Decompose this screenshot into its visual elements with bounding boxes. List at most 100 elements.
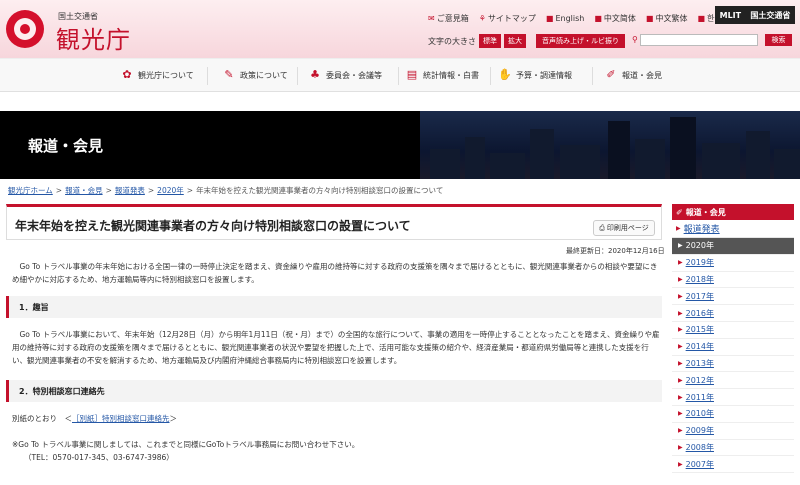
bullet-icon: ■	[645, 14, 654, 23]
envelope-icon: ✉	[428, 14, 435, 23]
voice-ruby-button[interactable]: 音声読み上げ・ルビ振り	[536, 34, 625, 48]
breadcrumb-separator: >	[186, 186, 194, 195]
breadcrumb-separator: >	[105, 186, 112, 195]
util-link-chinese-simplified[interactable]: ■ 中文简体	[594, 13, 636, 24]
sidebar-year-item[interactable]: ▶ 2013年	[672, 356, 794, 373]
triangle-right-icon: ▶	[676, 225, 681, 232]
print-page-button[interactable]: ⎙ 印刷用ページ	[593, 220, 655, 236]
breadcrumb: 観光庁ホーム > 報道・会見 > 報道発表 > 2020年 > 年末年始を控えた…	[8, 185, 443, 196]
page-title: 年末年始を控えた観光関連事業者の方々向け特別相談窓口の設置について	[15, 219, 411, 233]
global-nav: ✿ 観光庁について ✎ 政策について ♣ 委員会・会議等 ▤ 統計情報・白書 ✋…	[0, 58, 800, 92]
site-header: 国土交通省 観光庁 ✉ ご意見箱 ⚘ サイトマップ ■ English ■ 中文简体 ■…	[0, 0, 800, 58]
nav-policy[interactable]: ✎ 政策について	[222, 68, 287, 81]
section-heading-purpose: 1．趣旨	[6, 296, 662, 318]
sidebar-year-item[interactable]: ▶ 2020年	[672, 238, 794, 255]
sitemap-icon: ⚘	[478, 14, 486, 23]
search-input[interactable]	[640, 34, 758, 46]
breadcrumb-link-releases[interactable]: 報道発表	[115, 185, 145, 196]
breadcrumb-current: 年末年始を控えた観光関連事業者の方々向け特別相談窓口の設置について	[196, 186, 444, 195]
text-size-label: 文字の大きさ	[428, 36, 476, 46]
sidebar-item-press-releases[interactable]: ▶ 報道発表	[672, 220, 794, 238]
article-title-bar: 年末年始を控えた観光関連事業者の方々向け特別相談窓口の設置について ⎙ 印刷用ペ…	[6, 204, 662, 240]
sidebar-year-item[interactable]: ▶ 2010年	[672, 406, 794, 423]
triangle-right-icon: ▶	[678, 343, 683, 351]
attachment-line: 別紙のとおり ＜［別紙］特別相談窓口連絡先＞	[12, 414, 177, 423]
meeting-icon: ♣	[310, 68, 320, 81]
bullet-icon: ■	[594, 14, 602, 23]
utility-links: ✉ご意見箱 ⚘サイトマップ ■English ■中文简体 ■中文繁体 ■한국어	[428, 13, 729, 24]
gototravel-phone: （TEL：0570-017-345、03-6747-3986）	[24, 453, 174, 462]
sidebar-year-item[interactable]: ▶ 2012年	[672, 372, 794, 390]
handshake-icon: ✋	[498, 68, 512, 81]
triangle-right-icon: ▶	[678, 242, 683, 250]
triangle-right-icon: ▶	[678, 309, 683, 317]
nav-divider	[592, 67, 593, 85]
city-night-image	[420, 111, 800, 179]
util-link-chinese-traditional[interactable]: ■ 中文繁体	[646, 13, 688, 24]
bullet-icon: ■	[545, 14, 554, 23]
triangle-right-icon: ▶	[678, 460, 683, 468]
logo-title[interactable]: 観光庁	[56, 20, 131, 55]
chart-icon: ▤	[406, 68, 418, 81]
nav-about[interactable]: ✿ 観光庁について	[120, 69, 193, 81]
triangle-right-icon: ▶	[678, 292, 683, 300]
hero-title: 報道・会見	[28, 137, 104, 155]
sidebar-year-item[interactable]: ▶ 2007年	[672, 456, 794, 474]
attachment-link[interactable]: ［別紙］特別相談窓口連絡先	[72, 414, 170, 423]
util-link-feedback[interactable]: ✉ ご意見箱	[428, 13, 469, 24]
triangle-right-icon: ▶	[678, 326, 683, 334]
breadcrumb-link-press[interactable]: 報道・会見	[65, 185, 103, 196]
breadcrumb-separator: >	[147, 186, 155, 195]
article-intro: Go To トラベル事業の年末年始における全国一律の一時停止決定を踏まえ、資金繰…	[12, 262, 658, 284]
triangle-right-icon: ▶	[678, 443, 683, 451]
nav-statistics[interactable]: ▤ 統計情報・白書	[405, 69, 479, 81]
search-button[interactable]: 検索	[765, 34, 792, 46]
microphone-icon: ✐	[606, 68, 616, 81]
gototravel-note: ※Go To トラベル事業に関しましては、これまでと同様にGoToトラベル事務局…	[12, 440, 360, 449]
nav-divider	[398, 67, 399, 85]
search-icon: ⚲	[632, 35, 638, 44]
nav-press[interactable]: ✐ 報道・会見	[604, 69, 662, 81]
triangle-right-icon: ▶	[678, 427, 683, 435]
breadcrumb-link-home[interactable]: 観光庁ホーム	[8, 185, 53, 196]
section-body-purpose: Go To トラベル事業において、年末年始（12月28日（月）から明年1月11日…	[12, 330, 660, 365]
breadcrumb-link-year[interactable]: 2020年	[157, 185, 184, 196]
sidebar-year-item[interactable]: ▶ 2019年	[672, 255, 794, 272]
sidebar-year-item[interactable]: ▶ 2015年	[672, 322, 794, 339]
nav-divider	[297, 67, 298, 85]
triangle-right-icon: ▶	[678, 275, 683, 283]
section-heading-contacts: 2．特別相談窓口連絡先	[6, 380, 662, 402]
sidebar-heading[interactable]: ✐ 報道・会見	[672, 204, 794, 220]
nav-divider	[490, 67, 491, 85]
sidebar-year-item[interactable]: ▶ 2014年	[672, 339, 794, 356]
triangle-right-icon: ▶	[678, 393, 683, 401]
printer-icon: ⎙	[599, 223, 605, 232]
sidebar-year-item[interactable]: ▶ 2009年	[672, 423, 794, 440]
jta-logo-icon[interactable]	[6, 10, 44, 48]
nav-budget[interactable]: ✋ 予算・調達情報	[498, 69, 572, 81]
util-link-sitemap[interactable]: ⚘ サイトマップ	[479, 13, 536, 24]
microphone-icon: ✐	[676, 207, 683, 217]
text-size-control: 文字の大きさ 標準 拡大	[428, 34, 526, 48]
triangle-right-icon: ▶	[678, 259, 683, 267]
triangle-right-icon: ▶	[678, 376, 683, 384]
sidebar-year-item[interactable]: ▶ 2018年	[672, 272, 794, 289]
mlit-logo[interactable]: MLIT 国土交通省	[715, 6, 795, 24]
triangle-right-icon: ▶	[678, 410, 683, 418]
triangle-right-icon: ▶	[678, 359, 683, 367]
pen-icon: ✎	[224, 68, 234, 81]
year-list: ▶ 2020年 ▶ 2019年 ▶ 2018年 ▶ 2017年 ▶ 2016年 ▶ 2015…	[672, 238, 794, 474]
breadcrumb-separator: >	[55, 186, 63, 195]
last-updated: 最終更新日：2020年12月16日	[566, 247, 665, 255]
util-link-english[interactable]: ■ English	[546, 13, 584, 24]
nav-divider	[207, 67, 208, 85]
sidebar-year-item[interactable]: ▶ 2016年	[672, 305, 794, 322]
text-size-standard-button[interactable]: 標準	[479, 34, 501, 48]
bullet-icon: ■	[697, 14, 706, 23]
text-size-large-button[interactable]: 拡大	[504, 34, 526, 48]
hero-banner: 報道・会見	[0, 111, 800, 179]
sidebar-year-item[interactable]: ▶ 2008年	[672, 440, 794, 457]
sidebar-year-item[interactable]: ▶ 2017年	[672, 288, 794, 306]
nav-committees[interactable]: ♣ 委員会・会議等	[308, 69, 382, 81]
sidebar-year-item[interactable]: ▶ 2011年	[672, 389, 794, 406]
